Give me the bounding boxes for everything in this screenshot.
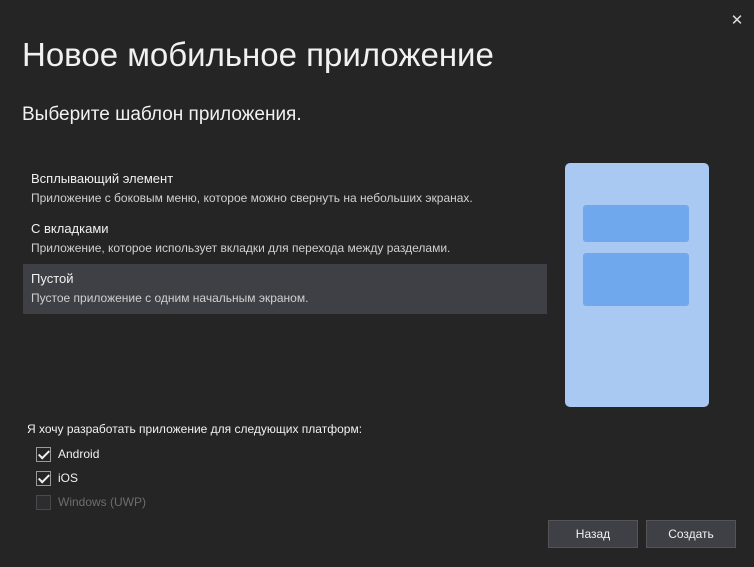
close-button[interactable]: ✕: [722, 6, 752, 34]
platform-android[interactable]: Android: [36, 445, 99, 463]
back-button[interactable]: Назад: [548, 520, 638, 548]
template-description: Приложение с боковым меню, которое можно…: [31, 191, 473, 205]
dialog-subtitle: Выберите шаблон приложения.: [22, 104, 302, 125]
preview-block: [583, 205, 689, 242]
platform-windows-uwp: Windows (UWP): [36, 493, 146, 511]
dialog-title: Новое мобильное приложение: [22, 36, 494, 73]
platform-label: Android: [58, 447, 100, 461]
platform-label: Windows (UWP): [58, 495, 147, 509]
template-item-tabbed[interactable]: С вкладками Приложение, которое использу…: [23, 214, 547, 264]
template-name: Всплывающий элемент: [31, 171, 174, 186]
create-button[interactable]: Создать: [646, 520, 736, 548]
preview-block: [583, 253, 689, 306]
template-item-blank[interactable]: Пустой Пустое приложение с одним начальн…: [23, 264, 547, 314]
android-checkbox[interactable]: [36, 446, 51, 462]
platform-label: iOS: [58, 471, 79, 485]
template-list: Всплывающий элемент Приложение с боковым…: [23, 164, 547, 314]
uwp-checkbox: [36, 494, 51, 510]
ios-checkbox[interactable]: [36, 470, 51, 486]
template-description: Пустое приложение с одним начальным экра…: [31, 291, 309, 305]
template-preview-phone: [565, 163, 709, 407]
template-item-flyout[interactable]: Всплывающий элемент Приложение с боковым…: [23, 164, 547, 214]
template-description: Приложение, которое использует вкладки д…: [31, 241, 451, 255]
template-name: С вкладками: [31, 221, 109, 236]
template-name: Пустой: [31, 271, 74, 286]
platform-ios[interactable]: iOS: [36, 469, 78, 487]
close-icon[interactable]: ✕: [731, 11, 744, 29]
platforms-label: Я хочу разработать приложение для следую…: [27, 422, 363, 436]
